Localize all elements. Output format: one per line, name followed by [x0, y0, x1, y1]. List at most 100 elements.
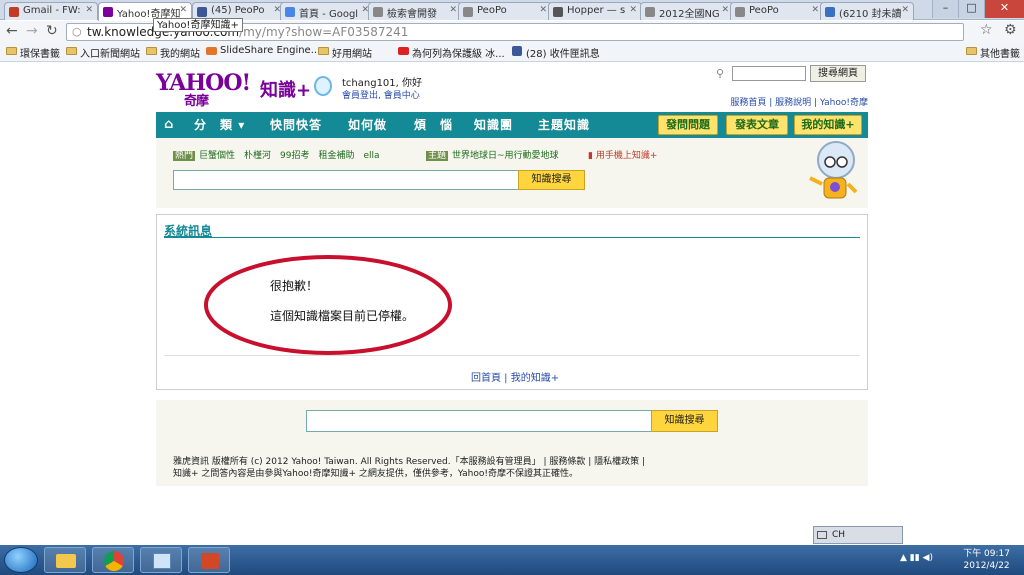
back-icon[interactable]: ←: [6, 23, 18, 39]
folder-icon: [966, 47, 977, 55]
topic-tag: 主題: [426, 151, 449, 161]
page-icon: ○: [72, 25, 82, 38]
title-divider: [164, 237, 860, 238]
web-search-button[interactable]: 搜尋網頁: [810, 65, 866, 82]
tab-close-icon[interactable]: ✕: [901, 5, 909, 15]
chrome-task[interactable]: [92, 547, 134, 573]
footer-search-button[interactable]: 知識搜尋: [651, 410, 718, 432]
clock[interactable]: 下午 09:17 2012/4/22: [963, 548, 1010, 572]
tab-peopo-1[interactable]: 檢索會開發 ✕: [368, 2, 462, 20]
nav-quick-answer[interactable]: 快問快答: [270, 112, 322, 138]
message-links[interactable]: 回首頁 | 我的知識+: [471, 369, 559, 384]
tab-mail[interactable]: (6210 封未讀 ✕: [820, 2, 914, 20]
mail-icon: [825, 7, 835, 17]
wrench-icon[interactable]: ⚙: [1004, 22, 1017, 38]
explorer-task[interactable]: [44, 547, 86, 573]
tab-close-icon[interactable]: ✕: [629, 5, 637, 15]
system-message-panel: 系統訊息 很抱歉！ 這個知識檔案目前已停權。 回首頁 | 我的知識+: [156, 214, 868, 390]
powerpoint-task[interactable]: [188, 547, 230, 573]
tab-hopper[interactable]: Hopper — s ✕: [548, 2, 642, 20]
reload-icon[interactable]: ↻: [46, 23, 58, 39]
folder-icon: [56, 554, 76, 568]
bookmark-my-sites[interactable]: 我的網站: [146, 45, 200, 60]
peopo-icon: [463, 7, 473, 17]
site-header: YAHOO! 奇摩 知識+ tchang101, 你好 會員登出, 會員中心 ⚲ …: [156, 65, 868, 110]
phone-icon: ▮: [588, 151, 593, 161]
knowledge-search-button[interactable]: 知識搜尋: [518, 170, 585, 190]
gmail-icon: [9, 7, 19, 17]
folder-icon: [146, 47, 157, 55]
tab-close-icon[interactable]: ✕: [449, 5, 457, 15]
start-button[interactable]: [4, 547, 38, 573]
tab-peopo-2[interactable]: PeoPo ✕: [458, 2, 552, 20]
app-task[interactable]: [140, 547, 182, 573]
h-icon: [553, 7, 563, 17]
footer-search-input[interactable]: [306, 410, 652, 432]
bookmark-facebook-inbox[interactable]: (28) 收件匣訊息: [512, 45, 600, 60]
ask-question-button[interactable]: 發問問題: [658, 115, 718, 135]
bookmark-slideshare[interactable]: SlideShare Engine...: [206, 45, 320, 56]
folder-icon: [318, 47, 329, 55]
minimize-icon[interactable]: –: [932, 0, 958, 18]
user-greeting: tchang101, 你好: [342, 78, 423, 89]
my-knowledge-button[interactable]: 我的知識+: [794, 115, 862, 135]
nav-how-to[interactable]: 如何做: [348, 112, 387, 138]
tab-google-sites[interactable]: 首頁 - Googl ✕: [280, 2, 374, 20]
topic-link[interactable]: 主題 世界地球日~用行動愛地球: [426, 148, 559, 161]
nav-categories[interactable]: 分 類 ▾: [194, 112, 245, 138]
tab-close-icon[interactable]: ✕: [85, 5, 93, 15]
windows-taskbar: ▲ ▮▮ ◀) 下午 09:17 2012/4/22: [0, 545, 1024, 575]
tab-peopo-3[interactable]: PeoPo ✕: [730, 2, 824, 20]
tab-gmail[interactable]: Gmail - FW: ✕: [4, 2, 98, 20]
account-links[interactable]: 會員登出, 會員中心: [342, 88, 420, 101]
browser-tab-bar: Gmail - FW: ✕ Yahoo!奇摩知 ✕ (45) PeoPo ✕ 首…: [0, 0, 1024, 21]
tab-close-icon[interactable]: ✕: [179, 5, 187, 15]
peopo-icon: [373, 7, 383, 17]
maximize-icon[interactable]: □: [958, 0, 984, 18]
footer: 知識搜尋 雅虎資訊 版權所有 (c) 2012 Yahoo! Taiwan. A…: [156, 400, 868, 486]
lightbulb-icon: [314, 76, 332, 96]
slideshare-icon: [206, 47, 217, 55]
close-icon[interactable]: ✕: [984, 0, 1024, 18]
tab-ngo[interactable]: 2012全國NG ✕: [640, 2, 734, 20]
tab-close-icon[interactable]: ✕: [539, 5, 547, 15]
folder-icon: [6, 47, 17, 55]
peopo-icon: [735, 7, 745, 17]
tab-tooltip: Yahoo!奇摩知識+: [153, 18, 243, 32]
hot-terms[interactable]: 熱門 巨蟹個性 朴槿河 99招考 租金補助 ella: [173, 148, 380, 161]
youtube-icon: [398, 47, 409, 55]
bookmark-useful-sites[interactable]: 好用網站: [318, 45, 372, 60]
google-docs-icon: [285, 7, 295, 17]
star-icon[interactable]: ☆: [980, 22, 993, 38]
magnifier-icon: ⚲: [716, 67, 725, 80]
post-article-button[interactable]: 發表文章: [726, 115, 788, 135]
tab-close-icon[interactable]: ✕: [811, 5, 819, 15]
peopo-icon: [645, 7, 655, 17]
red-ellipse-annotation: [204, 255, 452, 355]
bookmarks-bar: 環保書籤 入口新聞網站 我的網站 SlideShare Engine... 好用…: [0, 43, 1024, 62]
bookmark-youtube[interactable]: 為何列為保護級 冰...: [398, 45, 505, 60]
web-search-input[interactable]: [732, 66, 806, 81]
system-tray[interactable]: ▲ ▮▮ ◀): [900, 553, 933, 563]
bookmark-news-portal[interactable]: 入口新聞網站: [66, 45, 140, 60]
window-controls: – □ ✕: [932, 0, 1024, 18]
yahoo-logo[interactable]: YAHOO! 奇摩: [156, 70, 251, 109]
window-icon: [153, 553, 171, 569]
mascot-icon: [809, 141, 858, 199]
knowledge-logo[interactable]: 知識+: [260, 76, 311, 102]
nav-knowledge-group[interactable]: 知識團: [474, 112, 513, 138]
facebook-icon: [197, 7, 207, 17]
mobile-link[interactable]: ▮ 用手機上知識+: [588, 148, 657, 161]
home-icon[interactable]: ⌂: [164, 112, 174, 138]
service-links[interactable]: 服務首頁 | 服務說明 | Yahoo!奇摩: [730, 95, 868, 108]
knowledge-search-input[interactable]: [173, 170, 519, 190]
bookmark-other[interactable]: 其他書籤: [966, 45, 1020, 60]
ime-language-bar[interactable]: CH: [813, 526, 903, 544]
forward-icon[interactable]: →: [26, 23, 38, 39]
bookmark-eco[interactable]: 環保書籤: [6, 45, 60, 60]
nav-troubles[interactable]: 煩 惱: [414, 112, 453, 138]
powerpoint-icon: [201, 553, 219, 569]
nav-topic-knowledge[interactable]: 主題知識: [538, 112, 590, 138]
tab-close-icon[interactable]: ✕: [721, 5, 729, 15]
keyboard-icon: [817, 531, 827, 539]
